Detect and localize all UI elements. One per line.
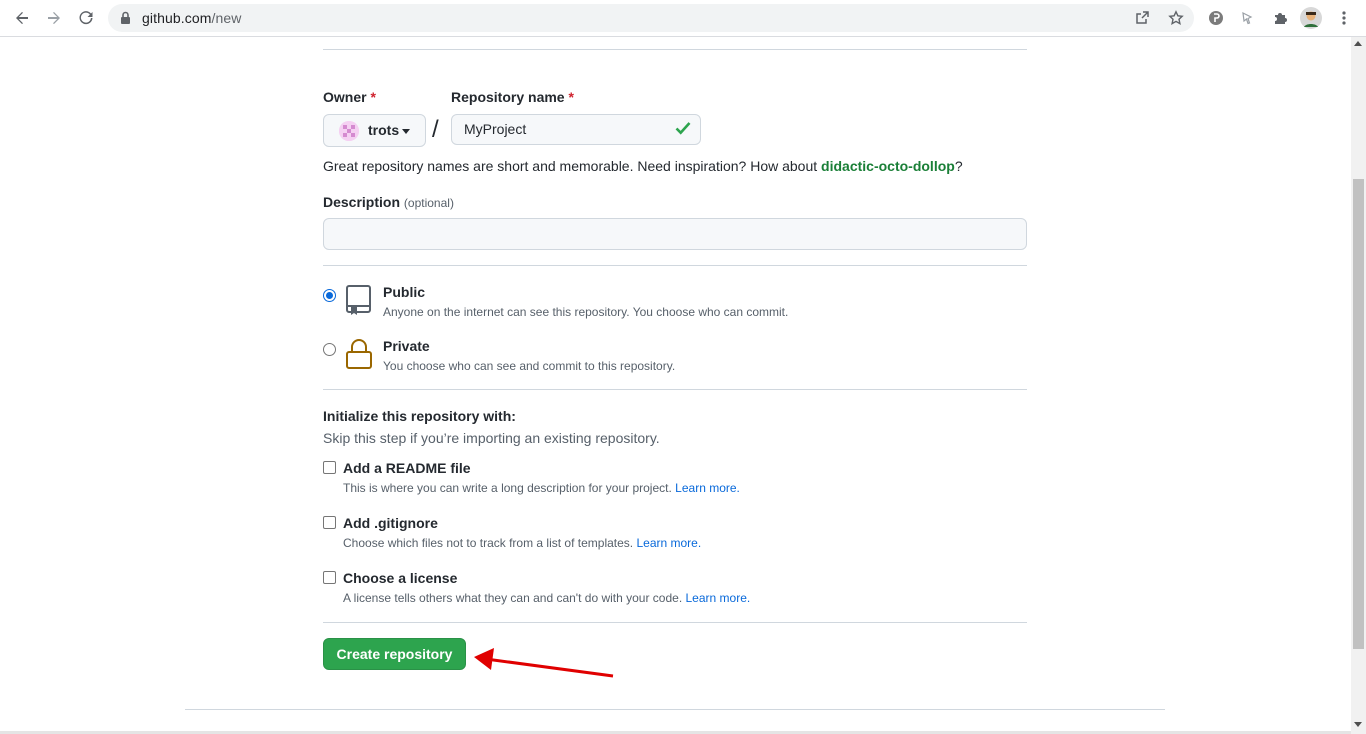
lock-icon[interactable] — [120, 11, 131, 30]
page-scrollbar[interactable] — [1351, 37, 1366, 734]
scroll-up-icon[interactable] — [1354, 41, 1362, 46]
divider — [323, 265, 1027, 266]
private-description: You choose who can see and commit to thi… — [383, 359, 676, 373]
repo-name-label: Repository name * — [451, 89, 574, 105]
create-repository-button[interactable]: Create repository — [323, 638, 466, 670]
menu-icon[interactable] — [1334, 8, 1354, 28]
divider — [323, 622, 1027, 623]
initialize-subtitle: Skip this step if you’re importing an ex… — [323, 430, 660, 446]
cursor-extension-icon[interactable] — [1238, 8, 1258, 28]
learn-more-link[interactable]: Learn more. — [675, 481, 740, 495]
owner-label: Owner * — [323, 89, 376, 105]
name-suggestion-link[interactable]: didactic-octo-dollop — [821, 158, 955, 174]
description-label: Description (optional) — [323, 194, 454, 210]
gitignore-description: Choose which files not to track from a l… — [343, 536, 702, 550]
repository-name-input[interactable]: MyProject — [451, 114, 701, 145]
learn-more-link[interactable]: Learn more. — [636, 536, 701, 550]
scroll-down-icon[interactable] — [1354, 722, 1362, 727]
repo-icon — [345, 284, 373, 321]
profile-avatar[interactable] — [1300, 7, 1322, 29]
lock-icon — [345, 338, 373, 375]
check-icon — [675, 121, 691, 140]
url-text: github.com/new — [142, 10, 242, 26]
footer-divider — [185, 709, 1165, 710]
reload-icon[interactable] — [73, 6, 99, 30]
puzzle-icon[interactable] — [1270, 8, 1290, 28]
bookmark-star-icon[interactable] — [1166, 8, 1186, 28]
gitignore-title: Add .gitignore — [343, 515, 438, 531]
public-radio[interactable] — [323, 289, 336, 302]
extension-icon[interactable] — [1206, 8, 1226, 28]
license-checkbox[interactable] — [323, 571, 336, 584]
owner-dropdown[interactable]: trots — [323, 114, 426, 147]
forward-icon[interactable] — [41, 6, 67, 30]
readme-description: This is where you can write a long descr… — [343, 481, 740, 495]
license-description: A license tells others what they can and… — [343, 591, 751, 605]
owner-name: trots — [368, 122, 400, 138]
learn-more-link[interactable]: Learn more. — [686, 591, 751, 605]
caret-down-icon — [402, 129, 410, 134]
address-bar[interactable]: github.com/new — [108, 4, 1194, 32]
owner-avatar — [339, 121, 359, 141]
repo-name-hint: Great repository names are short and mem… — [323, 158, 963, 174]
top-divider — [323, 49, 1027, 50]
owner-repo-separator: / — [432, 116, 439, 143]
readme-title: Add a README file — [343, 460, 471, 476]
gitignore-checkbox[interactable] — [323, 516, 336, 529]
public-title: Public — [383, 284, 426, 300]
description-input[interactable] — [323, 218, 1027, 250]
back-icon[interactable] — [9, 6, 35, 30]
share-icon[interactable] — [1132, 8, 1152, 28]
annotation-arrow-icon — [474, 648, 614, 678]
readme-checkbox[interactable] — [323, 461, 336, 474]
divider — [323, 389, 1027, 390]
browser-toolbar: github.com/new — [0, 0, 1366, 37]
scroll-thumb[interactable] — [1353, 179, 1364, 649]
initialize-title: Initialize this repository with: — [323, 408, 516, 424]
private-title: Private — [383, 338, 430, 354]
public-description: Anyone on the internet can see this repo… — [383, 305, 789, 319]
private-radio[interactable] — [323, 343, 336, 356]
license-title: Choose a license — [343, 570, 458, 586]
